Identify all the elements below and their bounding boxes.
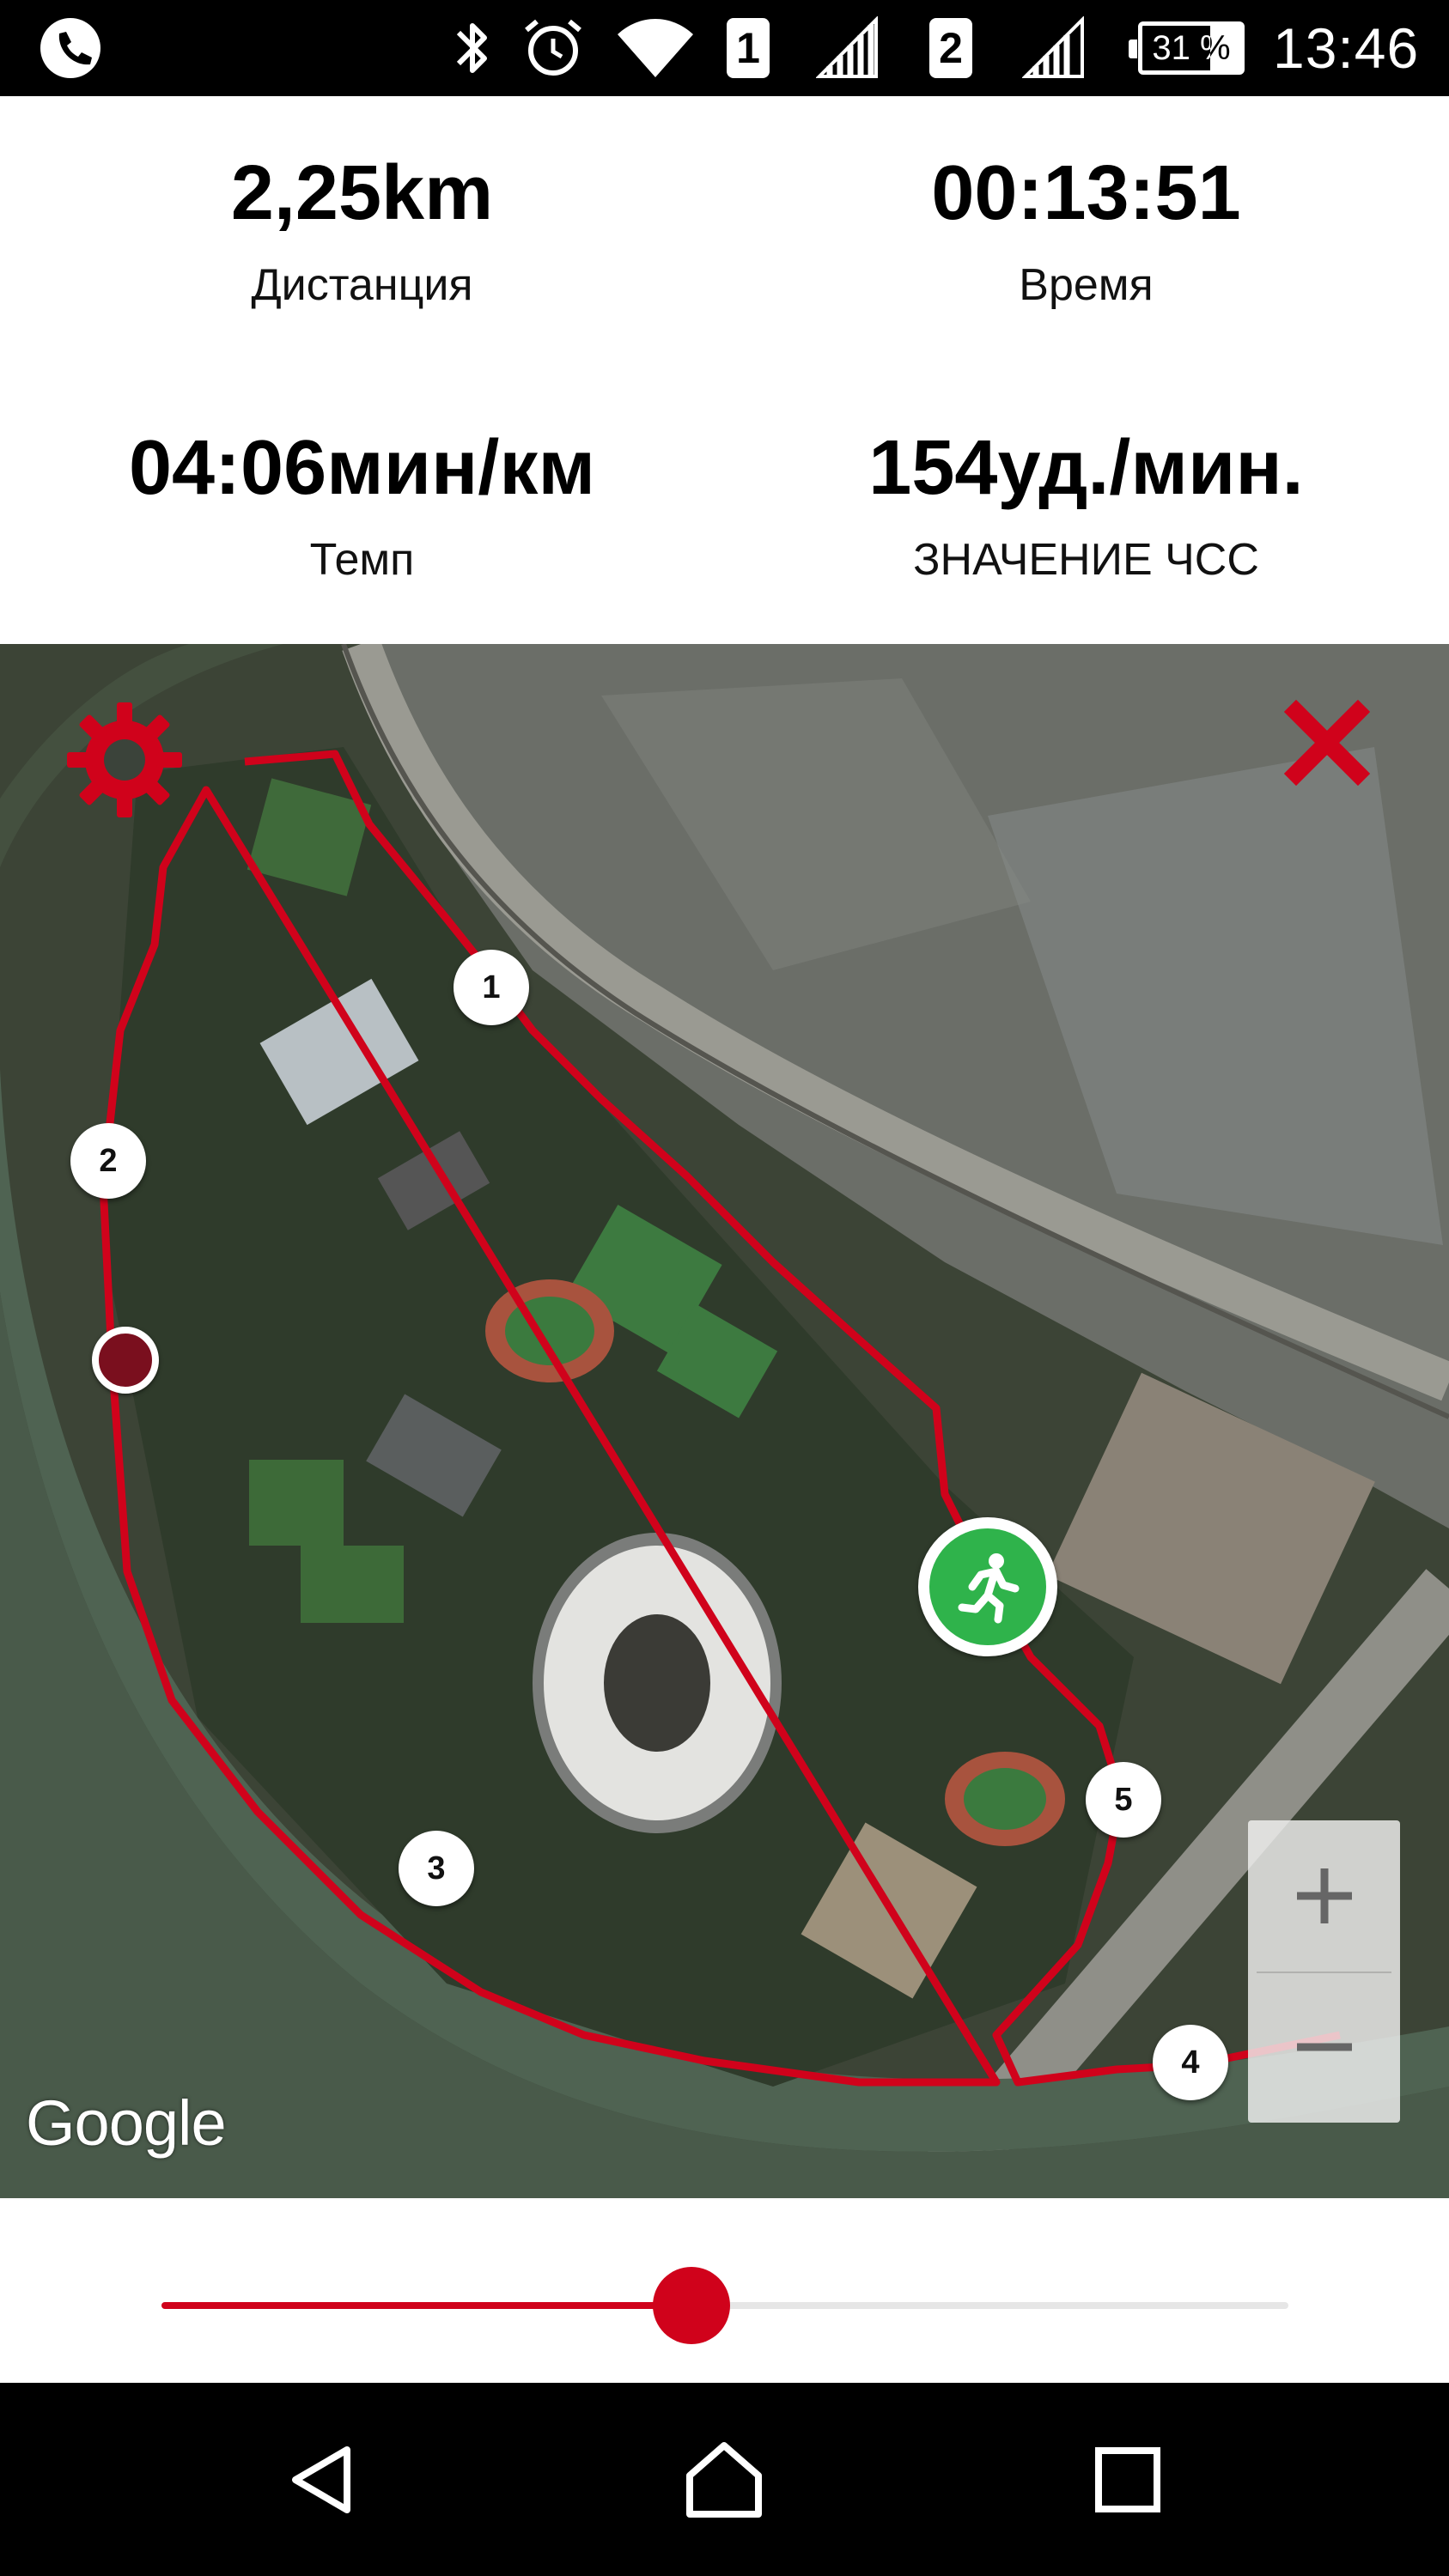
pace-label: Темп xyxy=(309,535,415,585)
time-label: Время xyxy=(1019,260,1154,310)
signal-icon-2 xyxy=(1022,0,1086,96)
signal-icon xyxy=(816,0,880,96)
zoom-in-button[interactable] xyxy=(1248,1820,1400,1971)
status-bar: 1 2 31 % 13:46 xyxy=(0,0,1449,96)
heart-rate-stat: 154уд./мин. ЗНАЧЕНИЕ ЧСС xyxy=(724,429,1448,582)
km-marker[interactable]: 1 xyxy=(454,950,529,1025)
heart-rate-value: 154уд./мин. xyxy=(868,425,1304,511)
workout-stats: 2,25km Дистанция 00:13:51 Время 04:06мин… xyxy=(0,96,1449,644)
start-point-marker[interactable] xyxy=(92,1327,159,1394)
settings-gear-icon[interactable] xyxy=(60,696,189,824)
runner-icon xyxy=(958,1553,1020,1624)
playback-slider[interactable] xyxy=(0,2198,1449,2383)
zoom-controls xyxy=(1248,1820,1400,2123)
sim2-badge: 2 xyxy=(929,0,972,96)
battery-icon: 31 % xyxy=(1129,0,1245,96)
plus-icon xyxy=(1296,1868,1352,1923)
minus-icon xyxy=(1296,2043,1352,2051)
clock: 13:46 xyxy=(1273,16,1420,80)
recents-icon[interactable] xyxy=(1042,2383,1214,2576)
time-stat: 00:13:51 Время xyxy=(724,155,1448,307)
zoom-out-button[interactable] xyxy=(1248,1971,1400,2123)
bluetooth-icon xyxy=(447,0,498,96)
distance-value: 2,25km xyxy=(230,150,494,236)
satellite-map-image xyxy=(0,644,1449,2198)
km-marker[interactable]: 3 xyxy=(399,1831,474,1906)
slider-thumb[interactable] xyxy=(652,2267,730,2344)
back-icon[interactable] xyxy=(238,2383,410,2576)
current-position-marker[interactable] xyxy=(918,1517,1057,1656)
route-map[interactable]: 1 2 3 4 5 Google xyxy=(0,644,1449,2198)
km-marker[interactable]: 4 xyxy=(1153,2025,1228,2100)
km-marker[interactable]: 2 xyxy=(70,1123,146,1199)
google-attribution: Google xyxy=(26,2087,227,2159)
km-marker[interactable]: 5 xyxy=(1086,1762,1161,1838)
slider-progress xyxy=(161,2302,691,2309)
home-icon[interactable] xyxy=(638,2383,810,2576)
distance-label: Дистанция xyxy=(251,260,473,310)
pace-stat: 04:06мин/км Темп xyxy=(0,429,724,582)
distance-stat: 2,25km Дистанция xyxy=(0,155,724,307)
heart-rate-label: ЗНАЧЕНИЕ ЧСС xyxy=(913,535,1259,585)
alarm-icon xyxy=(520,0,587,96)
phone-icon xyxy=(39,0,102,96)
close-icon[interactable] xyxy=(1283,699,1371,787)
sim1-badge: 1 xyxy=(727,0,770,96)
time-value: 00:13:51 xyxy=(931,150,1241,236)
wifi-icon xyxy=(614,0,697,96)
system-nav-bar xyxy=(0,2383,1449,2576)
pace-value: 04:06мин/км xyxy=(128,425,596,511)
